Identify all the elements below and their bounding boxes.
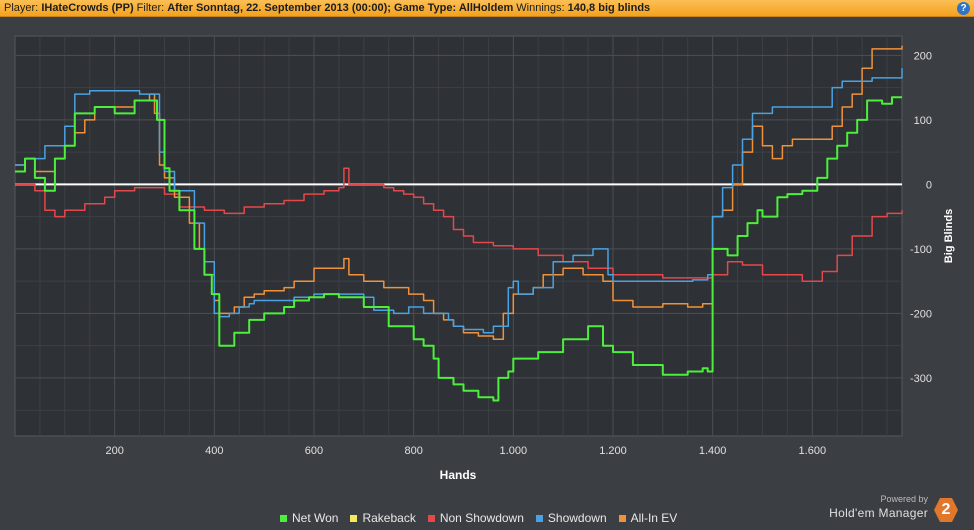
report-header-bar: Player: IHateCrowds (PP) Filter: After S… [0, 0, 974, 17]
winnings-label: Winnings: [516, 2, 565, 14]
player-label: Player: [4, 2, 39, 14]
winnings-value: 140,8 big blinds [567, 2, 651, 14]
brand: Powered by Hold'em Manager 2 [826, 494, 966, 524]
y-axis-label: Big Blinds [943, 209, 955, 263]
x-tick-label: 1.000 [500, 445, 528, 457]
y-tick-label: -100 [910, 244, 932, 256]
x-tick-label: 1.200 [599, 445, 627, 457]
x-tick-label: 600 [305, 445, 323, 457]
x-tick-label: 1.400 [699, 445, 727, 457]
filter-value: After Sonntag, 22. September 2013 (00:00… [167, 2, 514, 14]
y-tick-label: 100 [914, 115, 932, 127]
x-tick-label: 200 [105, 445, 123, 457]
plot-area [14, 35, 903, 437]
legend-swatch [280, 514, 287, 522]
y-tick-labels: 200 100 0 -100 -200 -300 [910, 50, 932, 385]
chart-legend: Net Won Rakeback Non Showdown Showdown All-I… [280, 510, 677, 526]
x-tick-label: 800 [404, 445, 422, 457]
legend-label: Net Won [292, 511, 339, 525]
legend-swatch [427, 514, 435, 522]
legend-swatch [535, 514, 543, 522]
powered-by-text: Powered by [880, 494, 928, 504]
legend-swatch [618, 514, 626, 522]
x-tick-label: 1.600 [799, 445, 827, 457]
graph-chart: 200 400 600 800 1.000 1.200 1.400 1.600 200 100 0… [14, 35, 955, 482]
legend-label: Non Showdown [439, 511, 524, 525]
brand-name: Hold'em Manager [829, 506, 928, 520]
legend-label: Showdown [547, 511, 607, 525]
x-tick-labels: 200 400 600 800 1.000 1.200 1.400 1.600 [105, 445, 826, 457]
y-tick-label: 0 [926, 179, 932, 191]
legend-swatch [350, 514, 358, 522]
y-tick-label: -300 [910, 373, 932, 385]
legend-item-non-showdown[interactable]: Non Showdown [427, 510, 524, 526]
legend-item-net-won[interactable]: Net Won [280, 510, 338, 526]
legend-label: All-In EV [630, 511, 678, 525]
legend-label: Rakeback [362, 511, 416, 525]
x-tick-label: 400 [205, 445, 223, 457]
hem2-logo-icon: 2 [934, 498, 958, 522]
filter-label: Filter: [136, 2, 165, 14]
legend-item-rakeback[interactable]: Rakeback [350, 510, 416, 526]
y-tick-label: 200 [914, 50, 932, 62]
player-value: IHateCrowds (PP) [41, 2, 134, 14]
help-icon[interactable]: ? [957, 2, 970, 15]
legend-item-showdown[interactable]: Showdown [535, 510, 607, 526]
y-tick-label: -200 [910, 308, 932, 320]
x-axis-label: Hands [440, 468, 477, 482]
legend-item-all-in-ev[interactable]: All-In EV [618, 510, 678, 526]
